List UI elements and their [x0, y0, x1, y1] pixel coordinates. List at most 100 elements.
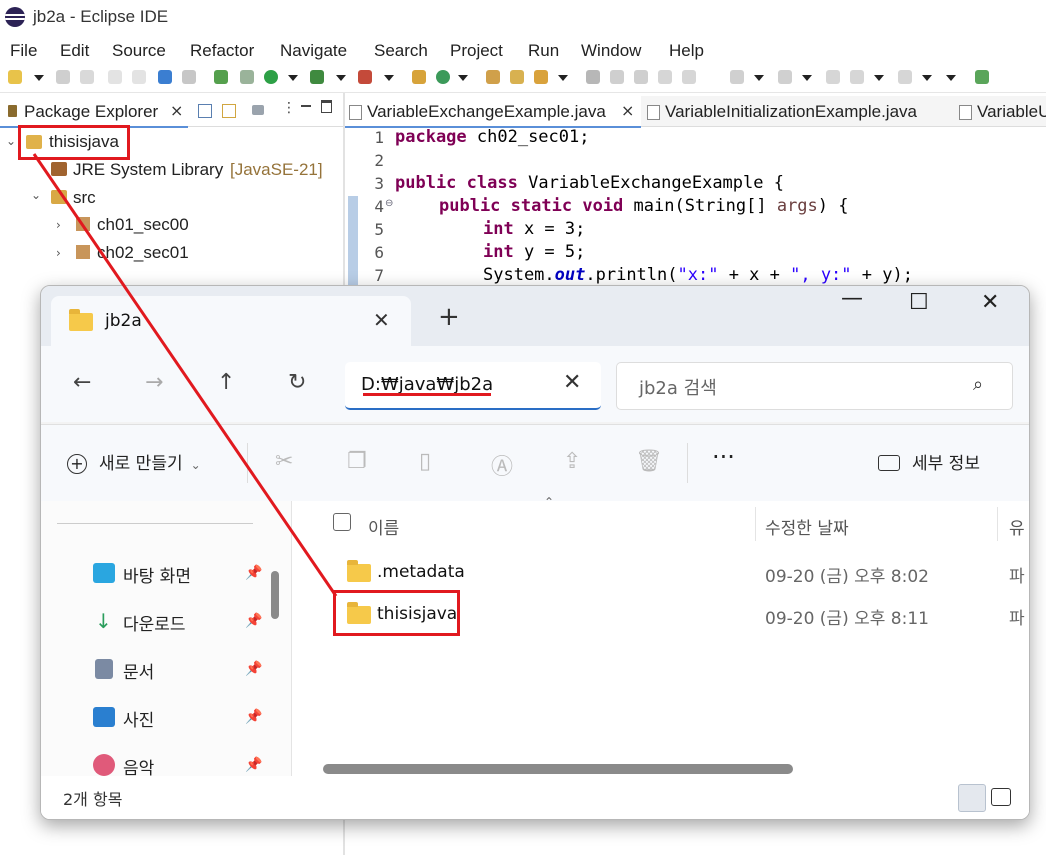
chevron-down-icon[interactable]: [558, 75, 568, 81]
debug-icon[interactable]: [214, 70, 228, 84]
share-icon[interactable]: ⇪: [563, 449, 581, 474]
menu-edit[interactable]: Edit: [60, 41, 89, 61]
undo-icon[interactable]: [108, 70, 122, 84]
next-annotation-icon[interactable]: [730, 70, 744, 84]
explorer-tab[interactable]: jb2a ✕: [51, 296, 411, 346]
search-tool-icon[interactable]: [534, 70, 548, 84]
paste-icon[interactable]: ▯: [419, 449, 431, 474]
console-icon[interactable]: [158, 70, 172, 84]
chevron-right-icon[interactable]: ›: [56, 218, 61, 232]
tree-item-jre[interactable]: JRE System Library: [73, 160, 223, 180]
pin-icon[interactable]: 📌: [245, 661, 262, 677]
back-icon[interactable]: [850, 70, 864, 84]
details-button[interactable]: 세부 정보: [878, 449, 980, 474]
pin-icon[interactable]: 📌: [245, 757, 262, 773]
address-bar[interactable]: D:₩java₩jb2a ✕: [345, 362, 601, 410]
column-header-modified[interactable]: 수정한 날짜: [765, 514, 849, 539]
chevron-down-icon[interactable]: [336, 75, 346, 81]
show-whitespace-icon[interactable]: [658, 70, 672, 84]
open-type-icon[interactable]: [486, 70, 500, 84]
refresh-button[interactable]: ↻: [288, 370, 306, 395]
tab-variable-initialization[interactable]: VariableInitializationExample.java: [643, 96, 953, 126]
chevron-down-icon[interactable]: [946, 75, 956, 81]
tree-item-src[interactable]: src: [73, 188, 96, 208]
menu-run[interactable]: Run: [528, 41, 559, 61]
tab-variable-u[interactable]: VariableU: [955, 96, 1046, 126]
details-view-icon[interactable]: [958, 784, 986, 812]
new-java-project-icon[interactable]: [412, 70, 426, 84]
chevron-down-icon[interactable]: [922, 75, 932, 81]
menu-window[interactable]: Window: [581, 41, 641, 61]
filter-icon[interactable]: [252, 105, 264, 115]
save-icon[interactable]: [56, 70, 70, 84]
highlight-icon[interactable]: [610, 70, 624, 84]
more-options-button[interactable]: ···: [712, 443, 735, 471]
menu-project[interactable]: Project: [450, 41, 503, 61]
pane-divider[interactable]: [291, 501, 292, 819]
menu-file[interactable]: File: [10, 41, 37, 61]
pin-icon[interactable]: 📌: [245, 709, 262, 725]
terminal-icon[interactable]: [182, 70, 196, 84]
new-icon[interactable]: [8, 70, 22, 84]
chevron-down-icon[interactable]: [874, 75, 884, 81]
run-icon[interactable]: [264, 70, 278, 84]
column-divider[interactable]: [755, 507, 756, 541]
large-icons-view-icon[interactable]: [991, 788, 1011, 806]
last-edit-icon[interactable]: [826, 70, 840, 84]
menu-navigate[interactable]: Navigate: [280, 41, 347, 61]
nav-scrollbar[interactable]: [271, 571, 279, 619]
block-selection-icon[interactable]: [634, 70, 648, 84]
copy-icon[interactable]: ❐: [347, 449, 367, 474]
chevron-down-icon[interactable]: [802, 75, 812, 81]
column-divider[interactable]: [997, 507, 998, 541]
link-with-editor-icon[interactable]: [222, 104, 236, 118]
chevron-down-icon[interactable]: [34, 75, 44, 81]
chevron-down-icon[interactable]: [384, 75, 394, 81]
chevron-down-icon[interactable]: [754, 75, 764, 81]
skip-breakpoints-icon[interactable]: [240, 70, 254, 84]
new-tab-button[interactable]: +: [438, 304, 460, 330]
cut-icon[interactable]: ✂: [275, 449, 293, 474]
back-button[interactable]: ←: [73, 370, 91, 395]
menu-refactor[interactable]: Refactor: [190, 41, 254, 61]
maximize-icon[interactable]: [321, 100, 332, 113]
rename-icon[interactable]: Ⓐ: [491, 449, 513, 481]
up-button[interactable]: ↑: [217, 370, 235, 395]
chevron-down-icon[interactable]: ⌄: [31, 188, 41, 202]
forward-button[interactable]: →: [145, 370, 163, 395]
search-box[interactable]: jb2a 검색 ⌕: [616, 362, 1013, 410]
clear-address-icon[interactable]: ✕: [563, 370, 581, 395]
close-window-button[interactable]: ✕: [981, 290, 999, 315]
tree-item-package[interactable]: ch02_sec01: [97, 243, 189, 263]
chevron-right-icon[interactable]: ›: [56, 246, 61, 260]
close-tab-icon[interactable]: ✕: [373, 308, 390, 332]
maximize-button[interactable]: ☐: [909, 290, 929, 315]
save-all-icon[interactable]: [80, 70, 94, 84]
previous-annotation-icon[interactable]: [778, 70, 792, 84]
menu-search[interactable]: Search: [374, 41, 428, 61]
pilcrow-icon[interactable]: [682, 70, 696, 84]
column-header-name[interactable]: 이름: [368, 514, 399, 539]
pin-icon[interactable]: 📌: [245, 565, 262, 581]
collapse-all-icon[interactable]: [198, 104, 212, 118]
forward-icon[interactable]: [898, 70, 912, 84]
column-header-type[interactable]: 유: [1009, 514, 1025, 539]
perspective-icon[interactable]: [975, 70, 989, 84]
tree-item-package[interactable]: ch01_sec00: [97, 215, 189, 235]
external-tools-icon[interactable]: [358, 70, 372, 84]
minimize-button[interactable]: —: [841, 286, 863, 311]
new-button[interactable]: + 새로 만들기 ⌄: [67, 449, 201, 474]
tab-variable-exchange[interactable]: VariableExchangeExample.java ×: [345, 96, 641, 128]
open-task-icon[interactable]: [510, 70, 524, 84]
menu-source[interactable]: Source: [112, 41, 166, 61]
view-menu-icon[interactable]: ⋮: [282, 100, 296, 116]
minimize-icon[interactable]: [301, 105, 311, 107]
tab-package-explorer[interactable]: Package Explorer ×: [0, 96, 188, 128]
chevron-down-icon[interactable]: ⌄: [6, 134, 16, 148]
horizontal-scrollbar[interactable]: [323, 764, 793, 774]
pin-icon[interactable]: 📌: [245, 613, 262, 629]
delete-icon[interactable]: 🗑: [635, 449, 663, 474]
menu-help[interactable]: Help: [669, 41, 704, 61]
coverage-icon[interactable]: [310, 70, 324, 84]
select-all-checkbox[interactable]: [333, 513, 351, 531]
